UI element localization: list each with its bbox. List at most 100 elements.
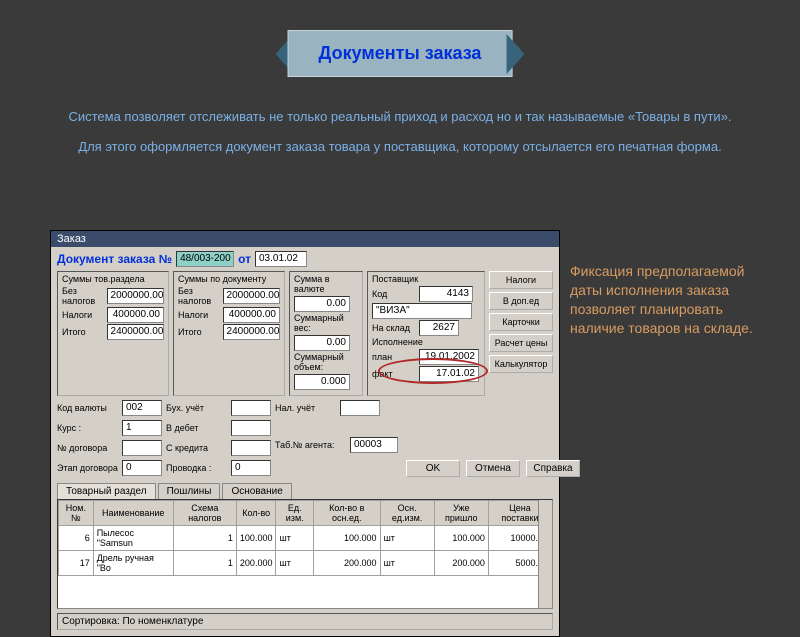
lbl-kod: Код	[372, 289, 416, 299]
help-button[interactable]: Справка	[526, 460, 580, 477]
doc-label: Документ заказа №	[57, 252, 172, 266]
lbl-sum-val: Сумма в валюте	[294, 274, 358, 294]
table-scrollbar[interactable]	[538, 500, 552, 608]
taxes-button[interactable]: Налоги	[489, 271, 553, 289]
lbl-currency-code: Код валюты	[57, 403, 119, 413]
lbl-stage: Этап договора	[57, 463, 119, 473]
title-banner: Документы заказа	[276, 30, 525, 77]
lbl-plan: план	[372, 352, 416, 362]
banner-ribbon-right	[506, 34, 524, 74]
lbl-nal: Налоги	[62, 310, 104, 320]
lbl-rate: Курс :	[57, 423, 119, 433]
cards-button[interactable]: Карточки	[489, 313, 553, 331]
titlebar: Заказ	[51, 231, 559, 247]
intro-text: Система позволяет отслеживать не только …	[50, 108, 750, 167]
intro-p1: Система позволяет отслеживать не только …	[50, 108, 750, 126]
lbl-posting: Проводка :	[166, 463, 228, 473]
ot-label: от	[238, 252, 251, 266]
lbl-contract: № договора	[57, 443, 119, 453]
goods-table-wrap: Ном.№ Наименование Схема налогов Кол-во …	[57, 499, 553, 609]
lbl-isp: Исполнение	[372, 337, 480, 347]
lbl-nal2: Налоги	[178, 310, 220, 320]
val-currency-code[interactable]: 002	[122, 400, 162, 416]
table-row[interactable]: 6Пылесос "Samsun1100.000шт100.000шт100.0…	[59, 526, 552, 551]
val-volume[interactable]: 0.000	[294, 374, 350, 390]
doc-date-input[interactable]: 03.01.02	[255, 251, 307, 267]
col-unit[interactable]: Ед. изм.	[276, 501, 314, 526]
extra-units-button[interactable]: В доп.ед	[489, 292, 553, 310]
lbl-taxacc: Нал. учёт	[275, 403, 337, 413]
lbl-fact: факт	[372, 369, 416, 379]
val-stage[interactable]: 0	[122, 460, 162, 476]
lbl-agent: Таб.№ агента:	[275, 440, 347, 450]
val-itog[interactable]: 2400000.00	[107, 324, 164, 340]
col-qty[interactable]: Кол-во	[236, 501, 276, 526]
supplier-group: Поставщик Код4143 "ВИЗА" На склад2627 Ис…	[367, 271, 485, 396]
val-acc[interactable]	[231, 400, 271, 416]
val-plan[interactable]: 19.01.2002	[419, 349, 479, 365]
lbl-weight: Суммарный вес:	[294, 313, 358, 333]
val-currency[interactable]: 0.00	[294, 296, 350, 312]
doc-header: Документ заказа № 48/003-200 от 03.01.02	[57, 251, 553, 267]
mid-col-1: Код валюты002 Курс :1 № договора Этап до…	[57, 399, 162, 477]
col-name[interactable]: Наименование	[93, 501, 173, 526]
lbl-volume: Суммарный объем:	[294, 352, 358, 372]
val-kod[interactable]: 4143	[419, 286, 473, 302]
col-unit2[interactable]: Осн. ед.изм.	[380, 501, 434, 526]
val-nal[interactable]: 400000.00	[107, 307, 164, 323]
supplier-title: Поставщик	[372, 274, 480, 284]
order-dialog: Заказ Документ заказа № 48/003-200 от 03…	[50, 230, 560, 637]
val-weight[interactable]: 0.00	[294, 335, 350, 351]
val-taxacc[interactable]	[340, 400, 380, 416]
ok-button[interactable]: OK	[406, 460, 460, 477]
col-qty2[interactable]: Кол-во в осн.ед.	[313, 501, 380, 526]
side-buttons: Налоги В доп.ед Карточки Расчет цены Кал…	[489, 271, 553, 396]
goods-table: Ном.№ Наименование Схема налогов Кол-во …	[58, 500, 552, 576]
section-sums-group: Суммы тов.раздела Без налогов2000000.00 …	[57, 271, 169, 396]
tab-goods[interactable]: Товарный раздел	[57, 483, 156, 499]
tab-basis[interactable]: Основание	[222, 483, 291, 499]
lbl-debit: В дебет	[166, 423, 228, 433]
lbl-bez: Без налогов	[62, 286, 104, 306]
val-nal2[interactable]: 400000.00	[223, 307, 280, 323]
lbl-credit: С кредита	[166, 443, 228, 453]
tab-duties[interactable]: Пошлины	[158, 483, 221, 499]
val-contract[interactable]	[122, 440, 162, 456]
mid-col-3: Нал. учёт Таб.№ агента:00003	[275, 399, 398, 454]
val-supplier-name[interactable]: "ВИЗА"	[372, 303, 472, 319]
table-row[interactable]: 17Дрель ручная "Bo1200.000шт200.000шт200…	[59, 551, 552, 576]
lbl-sklad: На склад	[372, 323, 416, 333]
val-debit[interactable]	[231, 420, 271, 436]
banner-title: Документы заказа	[288, 30, 513, 77]
intro-p2: Для этого оформляется документ заказа то…	[50, 138, 750, 156]
val-posting[interactable]: 0	[231, 460, 271, 476]
callout-text: Фиксация предполагаемой даты исполнения …	[570, 262, 770, 338]
dialog-buttons: OK Отмена Справка	[406, 460, 580, 477]
status-bar: Сортировка: По номенклатуре	[57, 613, 553, 630]
group-title: Суммы по документу	[178, 274, 280, 284]
val-credit[interactable]	[231, 440, 271, 456]
calculator-button[interactable]: Калькулятор	[489, 355, 553, 373]
doc-number-input[interactable]: 48/003-200	[176, 251, 234, 267]
val-itog2[interactable]: 2400000.00	[223, 324, 280, 340]
tabs: Товарный раздел Пошлины Основание	[57, 483, 553, 499]
val-sklad[interactable]: 2627	[419, 320, 459, 336]
mid-col-2: Бух. учёт В дебет С кредита Проводка :0	[166, 399, 271, 477]
currency-group: Сумма в валюте 0.00 Суммарный вес: 0.00 …	[289, 271, 363, 396]
group-title: Суммы тов.раздела	[62, 274, 164, 284]
col-nom[interactable]: Ном.№	[59, 501, 94, 526]
cancel-button[interactable]: Отмена	[466, 460, 520, 477]
val-bez[interactable]: 2000000.00	[107, 288, 164, 304]
lbl-itog: Итого	[62, 327, 104, 337]
col-arrived[interactable]: Уже пришло	[434, 501, 488, 526]
val-agent[interactable]: 00003	[350, 437, 398, 453]
doc-sums-group: Суммы по документу Без налогов2000000.00…	[173, 271, 285, 396]
lbl-acc: Бух. учёт	[166, 403, 228, 413]
lbl-itog2: Итого	[178, 327, 220, 337]
val-rate[interactable]: 1	[122, 420, 162, 436]
val-fact[interactable]: 17.01.02	[419, 366, 479, 382]
col-scheme[interactable]: Схема налогов	[173, 501, 236, 526]
calc-price-button[interactable]: Расчет цены	[489, 334, 553, 352]
lbl-bez2: Без налогов	[178, 286, 220, 306]
val-bez2[interactable]: 2000000.00	[223, 288, 280, 304]
